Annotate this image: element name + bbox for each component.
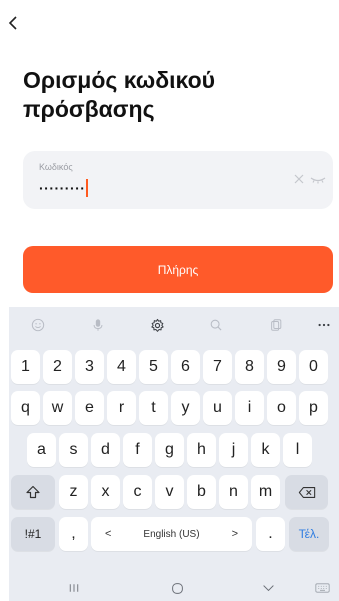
key-o[interactable]: o [267,391,296,425]
key-s[interactable]: s [59,433,88,467]
text-caret [86,179,89,197]
period-key[interactable]: . [256,517,285,551]
search-icon[interactable] [206,315,226,335]
done-button[interactable]: Πλήρης [23,246,333,293]
key-d[interactable]: d [91,433,120,467]
key-k[interactable]: k [251,433,280,467]
key-4[interactable]: 4 [107,350,136,384]
key-c[interactable]: c [123,475,152,509]
space-key[interactable]: < English (US) > [91,517,252,551]
key-b[interactable]: b [187,475,216,509]
page-title: Ορισμός κωδικού πρόσβασης [23,67,216,122]
symbols-key[interactable]: !#1 [11,517,55,551]
key-1[interactable]: 1 [11,350,40,384]
clear-icon[interactable] [291,171,307,187]
key-p[interactable]: p [299,391,328,425]
prev-language-arrow: < [105,528,112,540]
key-x[interactable]: x [91,475,120,509]
navigation-bar [9,575,339,601]
key-r[interactable]: r [107,391,136,425]
chevron-down-icon[interactable] [257,577,279,599]
keyboard-toolbar [9,307,339,345]
key-l[interactable]: l [283,433,312,467]
key-6[interactable]: 6 [171,350,200,384]
key-n[interactable]: n [219,475,248,509]
gear-icon[interactable] [147,315,167,335]
key-w[interactable]: w [43,391,72,425]
more-icon[interactable] [314,315,334,335]
backspace-key[interactable] [285,475,328,509]
comma-key[interactable]: , [59,517,88,551]
keyboard-icon[interactable] [312,577,332,599]
password-value[interactable]: ········· [39,178,89,198]
password-masked-text: ········· [39,180,86,196]
backspace-icon [298,486,315,498]
key-g[interactable]: g [155,433,184,467]
key-u[interactable]: u [203,391,232,425]
key-5[interactable]: 5 [139,350,168,384]
password-field[interactable]: Κωδικός ········· [23,151,333,209]
emoji-icon[interactable] [28,315,48,335]
shift-key[interactable] [11,475,55,509]
key-m[interactable]: m [251,475,280,509]
key-8[interactable]: 8 [235,350,264,384]
key-3[interactable]: 3 [75,350,104,384]
on-screen-keyboard: 1 2 3 4 5 6 7 8 9 0 q w e r t y u i o p … [9,307,339,601]
key-j[interactable]: j [219,433,248,467]
eye-closed-icon[interactable] [309,171,327,187]
key-z[interactable]: z [59,475,88,509]
next-language-arrow: > [231,528,238,540]
go-key[interactable]: Τέλ. [289,517,329,551]
key-7[interactable]: 7 [203,350,232,384]
shift-icon [26,485,40,499]
key-9[interactable]: 9 [267,350,296,384]
key-f[interactable]: f [123,433,152,467]
key-0[interactable]: 0 [299,350,328,384]
chevron-left-icon [8,16,17,30]
key-e[interactable]: e [75,391,104,425]
key-i[interactable]: i [235,391,264,425]
key-y[interactable]: y [171,391,200,425]
home-icon[interactable] [166,577,188,599]
key-a[interactable]: a [27,433,56,467]
key-2[interactable]: 2 [43,350,72,384]
key-q[interactable]: q [11,391,40,425]
back-button[interactable] [2,10,24,36]
key-v[interactable]: v [155,475,184,509]
key-h[interactable]: h [187,433,216,467]
recent-apps-icon[interactable] [63,577,85,599]
space-language-label: English (US) [143,528,200,540]
key-t[interactable]: t [139,391,168,425]
clipboard-icon[interactable] [266,315,286,335]
password-label: Κωδικός [39,162,73,172]
mic-icon[interactable] [88,315,108,335]
